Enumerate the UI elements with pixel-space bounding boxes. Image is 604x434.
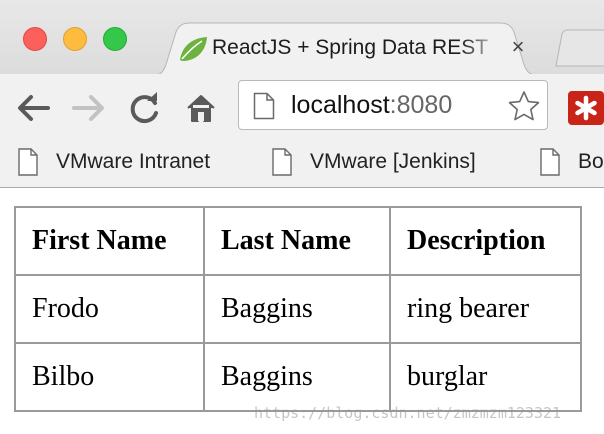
table-cell: burglar (389, 342, 582, 412)
bookmark-label: Bo (578, 150, 604, 173)
url-text[interactable]: localhost:8080 (291, 91, 452, 120)
extension-icon[interactable] (568, 91, 604, 125)
window-zoom-button[interactable] (103, 27, 127, 51)
reload-button[interactable] (126, 91, 164, 125)
reload-icon (130, 92, 158, 124)
tab-title: ReactJS + Spring Data REST (212, 36, 489, 59)
page-icon (272, 148, 292, 176)
back-button[interactable] (14, 91, 52, 125)
bookmark-item[interactable]: Bo (540, 148, 604, 178)
window-close-button[interactable] (23, 27, 47, 51)
tab-strip: ReactJS + Spring Data REST × (0, 0, 604, 76)
column-header: Description (389, 206, 582, 276)
bookmark-label: VMware [Jenkins] (310, 150, 476, 173)
tab-close-icon[interactable]: × (504, 32, 532, 62)
address-bar[interactable]: localhost:8080 (238, 80, 548, 130)
table-header-row: First Name Last Name Description (14, 206, 582, 276)
table-cell: Baggins (203, 274, 391, 344)
url-host: localhost (291, 91, 390, 119)
bookmark-label: VMware Intranet (56, 150, 211, 173)
forward-arrow-icon (72, 95, 104, 121)
window-minimize-button[interactable] (63, 27, 87, 51)
page-icon (253, 92, 275, 120)
table-cell: Baggins (203, 342, 391, 412)
table-cell: Frodo (14, 274, 205, 344)
column-header: First Name (14, 206, 205, 276)
asterisk-icon (575, 95, 597, 121)
home-icon (187, 95, 215, 122)
table-row: Frodo Baggins ring bearer (14, 274, 582, 344)
spring-leaf-icon (180, 37, 207, 61)
table-row: Bilbo Baggins burglar (14, 342, 582, 412)
bookmark-item[interactable]: VMware Intranet (18, 148, 248, 178)
page-icon (540, 148, 560, 176)
forward-button[interactable] (70, 91, 108, 125)
bookmarks-bar: VMware Intranet VMware [Jenkins] Bo (0, 140, 604, 188)
bookmark-item[interactable]: VMware [Jenkins] (272, 148, 512, 178)
url-port: :8080 (389, 91, 453, 119)
column-header: Last Name (203, 206, 391, 276)
back-arrow-icon (18, 95, 50, 121)
page-icon (18, 148, 38, 176)
home-button[interactable] (182, 91, 220, 125)
table-cell: Bilbo (14, 342, 205, 412)
new-tab-button[interactable] (548, 28, 604, 68)
employee-table: First Name Last Name Description Frodo B… (14, 206, 582, 412)
bookmark-star-icon[interactable] (507, 90, 541, 122)
watermark: https://blog.csdn.net/zmzmzm123321 (254, 404, 562, 422)
page-content: First Name Last Name Description Frodo B… (0, 188, 604, 434)
browser-tab[interactable]: ReactJS + Spring Data REST × (148, 22, 544, 76)
browser-toolbar: localhost:8080 (0, 74, 604, 140)
table-cell: ring bearer (389, 274, 582, 344)
